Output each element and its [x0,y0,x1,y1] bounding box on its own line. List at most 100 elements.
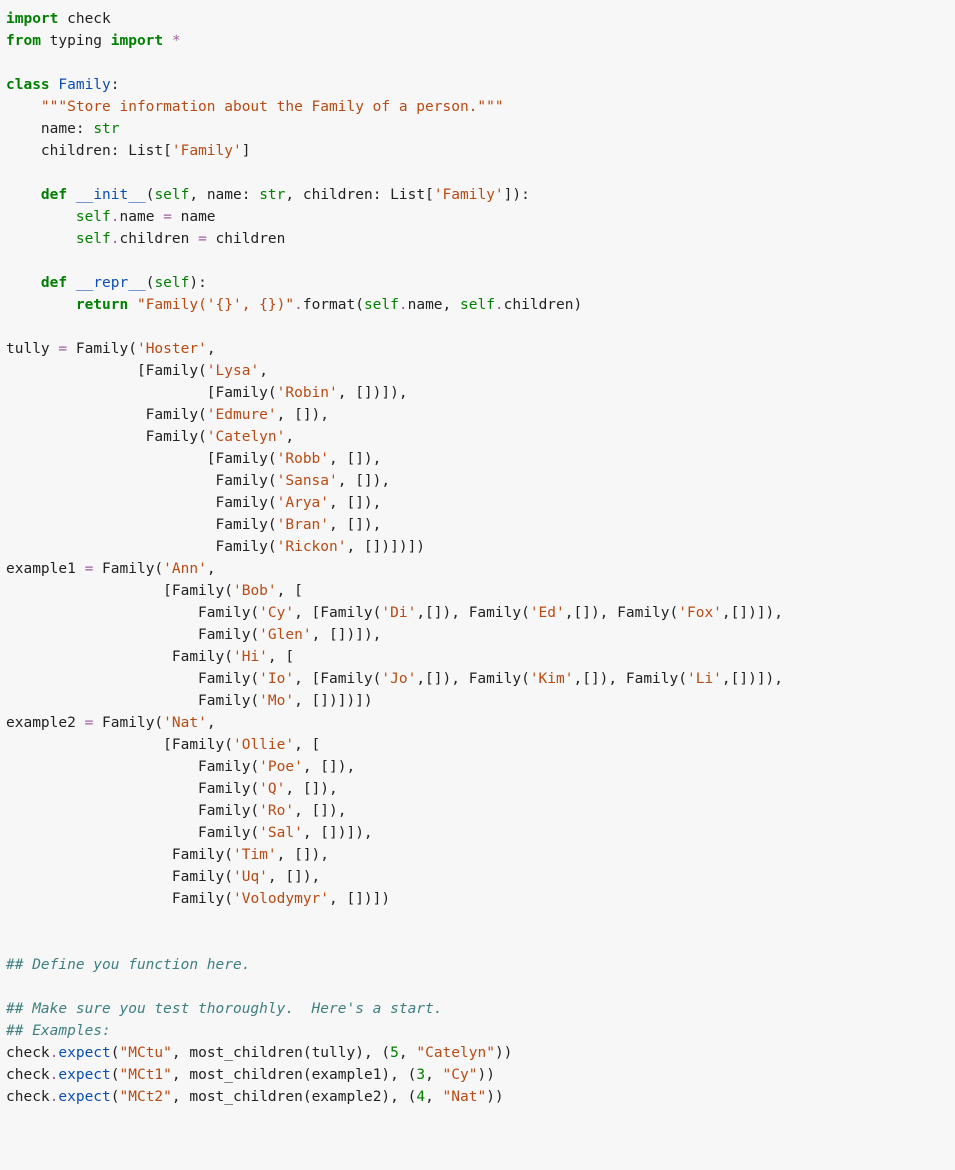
code-token: . [111,231,120,247]
code-line: Family('Cy', [Family('Di',[]), Family('E… [6,605,783,621]
code-token: Family( [6,429,207,445]
code-token: 'Volodymyr' [233,891,329,907]
code-token: , [207,341,216,357]
code-token: Family( [6,605,259,621]
code-token: 'Li' [687,671,722,687]
code-token: """Store information about the Family of… [41,99,504,115]
code-token: Family( [6,891,233,907]
code-line: Family('Rickon', [])])]) [6,539,425,555]
code-token: "Family('{}', {})" [137,297,294,313]
code-token: 'Hoster' [137,341,207,357]
code-token: check [6,1067,50,1083]
code-token: expect [58,1045,110,1061]
code-token: = [198,231,207,247]
code-line: self.name = name [6,209,216,225]
code-token: Family( [6,825,259,841]
code-token: , []), [277,847,329,863]
code-line: import check [6,11,111,27]
code-token: Family( [6,539,277,555]
code-line: Family('Io', [Family('Jo',[]), Family('K… [6,671,783,687]
code-line: Family('Ro', []), [6,803,346,819]
code-token: , [207,561,216,577]
code-token: , [])])]) [294,693,373,709]
code-line: Family('Tim', []), [6,847,329,863]
code-token: Family( [6,869,233,885]
code-token [6,99,41,115]
code-block: import check from typing import * class … [0,0,955,1116]
code-token: , most_children(tully), ( [172,1045,390,1061]
code-line: ## Examples: [6,1023,111,1039]
code-token: 'Di' [381,605,416,621]
code-token: 'Bob' [233,583,277,599]
code-token: 'Family' [434,187,504,203]
code-token: 'Kim' [530,671,574,687]
code-token: , []), [329,495,381,511]
code-token: 'Hi' [233,649,268,665]
code-token: , []), [329,451,381,467]
code-token: , [ [294,737,320,753]
code-token: example2 [6,715,85,731]
code-token: 'Q' [259,781,285,797]
code-token: , []), [277,407,329,423]
code-token: , []), [338,473,390,489]
code-token: , []), [268,869,320,885]
code-line: children: List['Family'] [6,143,250,159]
code-token: , [259,363,268,379]
code-token: 'Family' [172,143,242,159]
code-token [6,187,41,203]
code-token: example1 [6,561,85,577]
code-token: , [])]) [329,891,390,907]
code-token: name: [6,121,93,137]
code-token: Family( [6,407,207,423]
code-line: check.expect("MCtu", most_children(tully… [6,1045,512,1061]
code-token: , [425,1089,442,1105]
code-token: ( [111,1089,120,1105]
code-token: = [163,209,172,225]
code-token: . [111,209,120,225]
code-token: 'Glen' [259,627,311,643]
code-token: , [Family( [294,671,381,687]
code-token: "Nat" [443,1089,487,1105]
code-token: )) [477,1067,494,1083]
code-token [163,33,172,49]
code-token: 'Ollie' [233,737,294,753]
code-token: 'Lysa' [207,363,259,379]
code-token: , [285,429,294,445]
code-token: , most_children(example2), ( [172,1089,416,1105]
code-line: from typing import * [6,33,181,49]
code-token: "MCt1" [120,1067,172,1083]
code-token: check [6,1045,50,1061]
code-token: , []), [294,803,346,819]
code-token: [Family( [6,363,207,379]
code-line: def __repr__(self): [6,275,207,291]
code-token: children [207,231,286,247]
code-line: Family('Volodymyr', [])]) [6,891,390,907]
code-token: 5 [390,1045,399,1061]
code-token: * [172,33,181,49]
code-token: 'Bran' [277,517,329,533]
code-token: = [85,715,94,731]
code-token: Family( [6,495,277,511]
code-line: """Store information about the Family of… [6,99,504,115]
code-token: , [ [268,649,294,665]
code-token: . [294,297,303,313]
code-line: tully = Family('Hoster', [6,341,216,357]
code-token [6,231,76,247]
code-token: , []), [285,781,337,797]
code-token: 'Edmure' [207,407,277,423]
code-token [6,297,76,313]
code-token: Family( [6,693,259,709]
code-token: , [])]), [312,627,382,643]
code-token [67,275,76,291]
code-token: ]): [504,187,530,203]
code-token: 'Robin' [277,385,338,401]
code-token: "MCtu" [120,1045,172,1061]
code-token: tully [6,341,58,357]
code-token: name [120,209,164,225]
code-token: 'Uq' [233,869,268,885]
code-token: 'Mo' [259,693,294,709]
code-token: return [76,297,128,313]
code-line: check.expect("MCt1", most_children(examp… [6,1067,495,1083]
code-token: )) [486,1089,503,1105]
code-token: [Family( [6,737,233,753]
